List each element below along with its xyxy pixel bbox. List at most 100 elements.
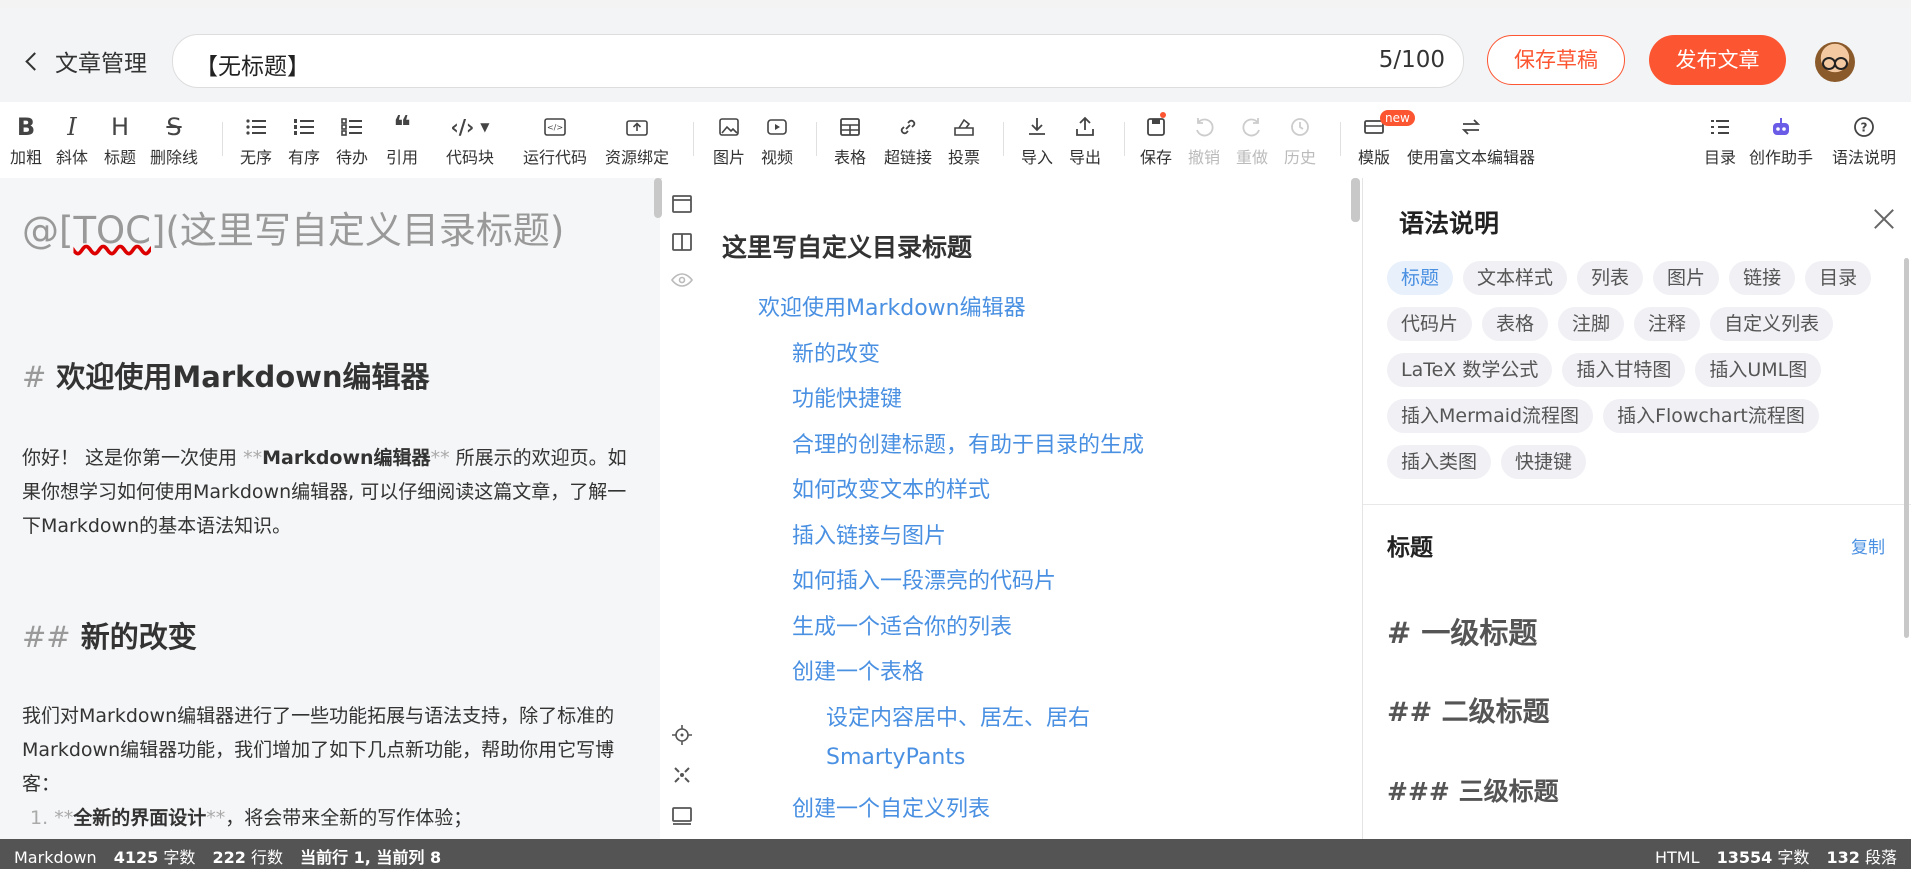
unordered-list-icon [240, 112, 272, 142]
unordered-list-button[interactable]: 无序 [240, 112, 272, 168]
syntax-tag[interactable]: 插入UML图 [1695, 353, 1822, 387]
syntax-tag[interactable]: 自定义列表 [1710, 307, 1834, 341]
code-block-button[interactable]: ‹/› ▼ 代码块 [446, 112, 494, 168]
heading-mark: ## [22, 620, 71, 654]
toc-link[interactable]: 欢迎使用Markdown编辑器 [758, 290, 1026, 322]
editor-list-item[interactable]: 1. **全新的界面设计**，将会带来全新的写作体验； [22, 801, 632, 835]
toc-link[interactable]: 如何插入一段漂亮的代码片 [792, 563, 1056, 595]
editor-paragraph-changes[interactable]: 我们对Markdown编辑器进行了一些功能拓展与语法支持，除了标准的Markdo… [22, 699, 632, 801]
syntax-tag[interactable]: 链接 [1729, 261, 1796, 295]
strikethrough-icon: S [166, 113, 182, 141]
split-view-icon[interactable] [670, 230, 694, 254]
toc-link[interactable]: 插入链接与图片 [792, 518, 946, 550]
toc-link[interactable]: SmartyPants [826, 745, 965, 770]
italic-button[interactable]: I 斜体 [56, 112, 88, 168]
link-icon [884, 112, 932, 142]
editor-scrollbar[interactable] [654, 178, 662, 218]
rich-text-editor-label: 使用富文本编辑器 [1407, 148, 1536, 167]
toolbar-divider [693, 122, 694, 156]
history-icon [1284, 112, 1316, 142]
export-button[interactable]: 导出 [1069, 112, 1101, 168]
svg-text:?: ? [1861, 121, 1868, 135]
quote-icon: ❝ [393, 109, 411, 145]
toc-link[interactable]: 创建一个表格 [792, 654, 924, 686]
toc-link[interactable]: 创建一个自定义列表 [792, 791, 990, 823]
publish-button[interactable]: 发布文章 [1649, 35, 1786, 85]
export-icon [1069, 112, 1101, 142]
undo-button[interactable]: 撤销 [1188, 112, 1220, 168]
creation-assistant-button[interactable]: 创作助手 [1749, 112, 1813, 168]
syntax-tag[interactable]: LaTeX 数学公式 [1387, 353, 1553, 387]
heading-icon: H [110, 113, 130, 141]
toc-link[interactable]: 合理的创建标题，有助于目录的生成 [792, 427, 1144, 459]
template-button[interactable]: new 模版 [1358, 110, 1415, 168]
syntax-tag[interactable]: 代码片 [1387, 307, 1473, 341]
save-button[interactable]: 保存 [1140, 112, 1172, 168]
redo-button[interactable]: 重做 [1236, 112, 1268, 168]
close-icon[interactable] [1871, 206, 1897, 232]
save-draft-button[interactable]: 保存草稿 [1487, 35, 1625, 85]
title-text[interactable]: 【无标题】 [195, 47, 310, 81]
syntax-help-button[interactable]: ? 语法说明 [1832, 112, 1896, 168]
run-code-button[interactable]: </> 运行代码 [523, 112, 587, 168]
syntax-tag[interactable]: 注脚 [1558, 307, 1625, 341]
table-button[interactable]: 表格 [834, 112, 866, 168]
toc-link[interactable]: 新的改变 [792, 336, 880, 368]
syntax-tag[interactable]: 快捷键 [1501, 445, 1587, 479]
history-button[interactable]: 历史 [1284, 112, 1316, 168]
hyperlink-button[interactable]: 超链接 [884, 112, 932, 168]
todo-list-button[interactable]: 待办 [336, 112, 368, 168]
toc-link[interactable]: 生成一个适合你的列表 [792, 609, 1012, 641]
toolbar-divider [1124, 122, 1125, 156]
locate-icon[interactable] [670, 723, 694, 747]
resource-bind-button[interactable]: 资源绑定 [605, 112, 669, 168]
syntax-tag[interactable]: 表格 [1482, 307, 1549, 341]
strikethrough-button[interactable]: S 删除线 [150, 112, 198, 168]
toc-link[interactable]: 功能快捷键 [792, 381, 902, 413]
import-button[interactable]: 导入 [1021, 112, 1053, 168]
syntax-tag[interactable]: 插入类图 [1387, 445, 1492, 479]
heading-button[interactable]: H 标题 [104, 112, 136, 168]
syntax-tag[interactable]: 注释 [1634, 307, 1701, 341]
syntax-tag[interactable]: 列表 [1577, 261, 1644, 295]
vote-button[interactable]: 投票 [948, 112, 980, 168]
toc-link[interactable]: 如何改变文本的样式 [792, 472, 990, 504]
editor-only-icon[interactable] [670, 192, 694, 216]
toc-directive-line[interactable]: @[TOC](这里写自定义目录标题) [22, 200, 564, 254]
preview-toc-title: 这里写自定义目录标题 [722, 233, 973, 262]
download-icon [1021, 112, 1053, 142]
editor-heading-1[interactable]: # 欢迎使用Markdown编辑器 [22, 354, 430, 396]
title-input[interactable]: 【无标题】 5/100 [172, 34, 1464, 88]
example-heading-3: ### 三级标题 [1387, 772, 1559, 808]
sync-scroll-icon[interactable] [670, 763, 694, 787]
syntax-tag[interactable]: 文本样式 [1463, 261, 1568, 295]
toc-link[interactable]: 设定内容居中、居左、居右 [826, 700, 1090, 732]
eye-icon[interactable] [670, 268, 694, 292]
image-button[interactable]: 图片 [713, 112, 745, 168]
editor-paragraph-intro[interactable]: 你好！ 这是你第一次使用 **Markdown编辑器** 所展示的欢迎页。如果你… [22, 441, 632, 543]
bold-mark: ** [243, 447, 263, 469]
copy-button[interactable]: 复制 [1851, 533, 1885, 558]
editor-heading-2[interactable]: ## 新的改变 [22, 614, 197, 656]
syntax-tag[interactable]: 插入Mermaid流程图 [1387, 399, 1594, 433]
rich-text-editor-button[interactable]: 使用富文本编辑器 [1407, 112, 1535, 168]
heading-mark: # [22, 360, 47, 394]
markdown-editor[interactable]: @[TOC](这里写自定义目录标题) # 欢迎使用Markdown编辑器 你好！… [0, 178, 660, 839]
avatar[interactable] [1815, 42, 1855, 82]
back-to-articles-button[interactable]: 文章管理 [25, 44, 147, 78]
syntax-tag[interactable]: 标题 [1387, 261, 1454, 295]
syntax-tag[interactable]: 图片 [1653, 261, 1720, 295]
video-button[interactable]: 视频 [761, 112, 793, 168]
ordered-list-button[interactable]: 有序 [288, 112, 320, 168]
preview-only-icon[interactable] [670, 804, 694, 828]
syntax-tag[interactable]: 插入Flowchart流程图 [1603, 399, 1819, 433]
panel-scrollbar[interactable] [1904, 258, 1909, 638]
bold-text: Markdown编辑器 [262, 447, 431, 469]
syntax-tag[interactable]: 插入甘特图 [1562, 353, 1686, 387]
syntax-tag[interactable]: 目录 [1805, 261, 1872, 295]
quote-button[interactable]: ❝ 引用 [386, 109, 418, 168]
bold-button[interactable]: B 加粗 [10, 112, 42, 168]
redo-label: 重做 [1236, 148, 1269, 167]
preview-scrollbar[interactable] [1351, 178, 1360, 222]
toc-button[interactable]: 目录 [1704, 112, 1736, 168]
